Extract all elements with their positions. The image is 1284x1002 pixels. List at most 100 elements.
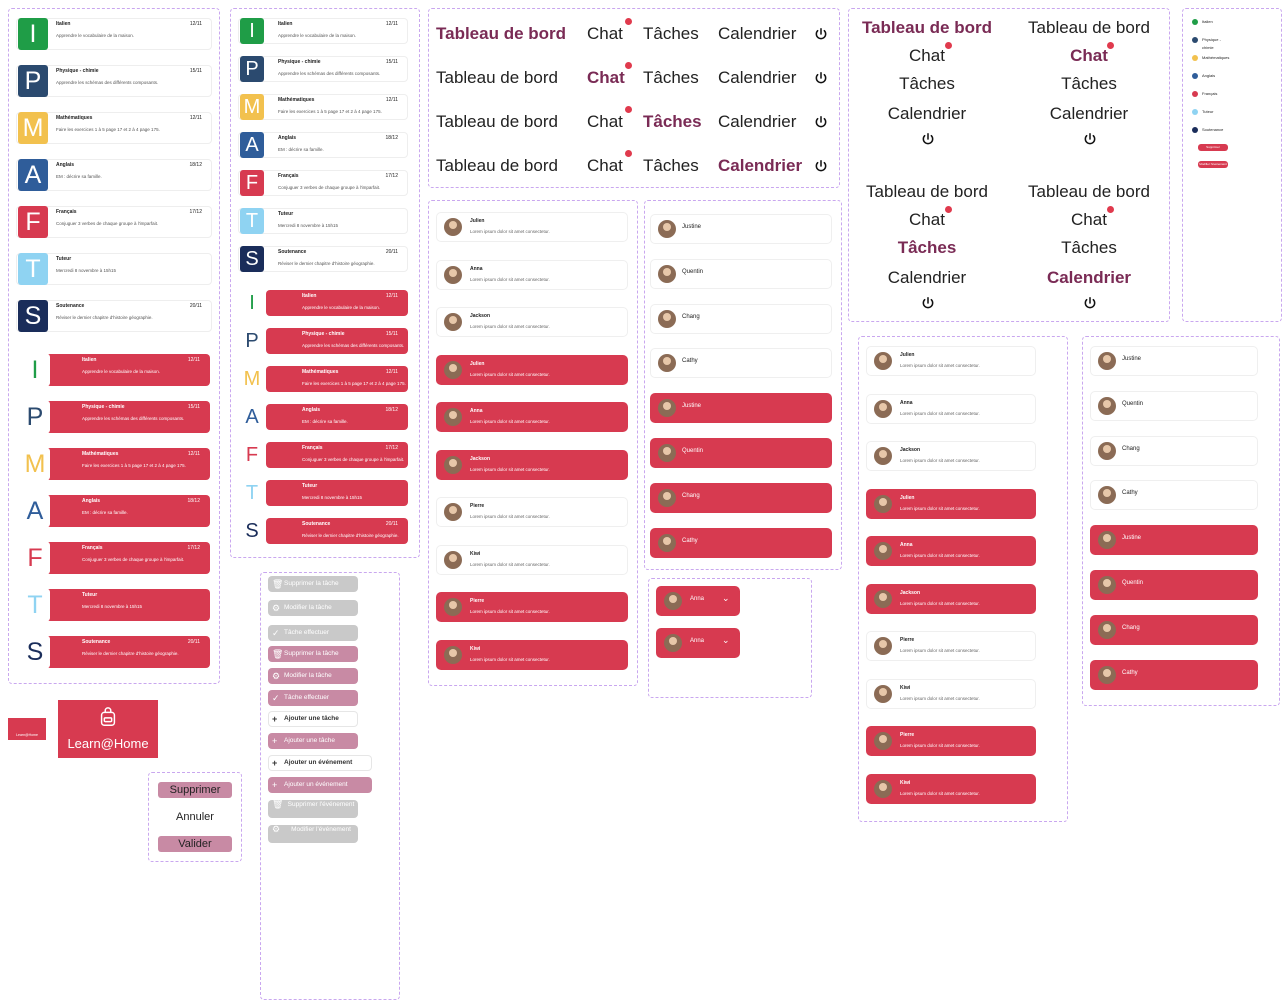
nav-chat[interactable]: Chat [1014,46,1164,66]
person-card[interactable]: Justine [1090,525,1258,556]
person-card[interactable]: Quentin [650,438,832,468]
nav-tasks[interactable]: Tâches [643,24,699,44]
subject-card[interactable]: T Tuteur Mercredi 8 novembre à 15h15 [20,589,210,621]
mini-subject[interactable]: Tuteur [1190,108,1228,116]
chat-card[interactable]: Julien Lorem ipsum dolor sit amet consect… [866,346,1036,376]
chat-card[interactable]: Anna Lorem ipsum dolor sit amet consectet… [436,259,628,290]
delete-button[interactable]: Supprimer [158,782,232,798]
subject-card[interactable]: S Soutenance 20/11 Réviser le dernier chapi… [240,518,408,544]
nav-calendar[interactable]: Calendrier [1014,104,1164,124]
person-card[interactable]: Quentin [650,258,832,289]
subject-card[interactable]: M Mathématiques 12/11 Faire les exercices 1… [16,112,212,144]
person-card[interactable]: Chang [1090,614,1258,645]
chat-card[interactable]: Pierre Lorem ipsum dolor sit amet consect… [866,726,1036,756]
person-card[interactable]: Justine [1090,346,1258,376]
chat-card[interactable]: Kiwi Lorem ipsum dolor sit amet consectet… [866,773,1036,804]
mini-subject[interactable]: Physique - chimie [1190,36,1228,50]
cancel-button[interactable]: Annuler [158,809,232,825]
mini-subject[interactable]: Soutenance [1190,126,1228,134]
subject-card[interactable]: A Anglais 18/12 EM : décrire sa famille. [20,495,210,527]
person-card[interactable]: Chang [650,303,832,334]
nav-dashboard[interactable]: Tableau de bord [852,182,1002,202]
nav-dashboard[interactable]: Tableau de bord [436,68,558,88]
person-card[interactable]: Cathy [650,348,832,379]
subject-card[interactable]: M Mathématiques 12/11 Faire les exercices 1… [238,94,408,120]
person-card[interactable]: Justine [650,393,832,424]
subject-card[interactable]: A Anglais 18/12 EM : décrire sa famille. [240,404,408,430]
delete-event-button[interactable]: 🗑 Supprimer l'événement [268,800,358,818]
power-icon[interactable] [814,115,828,129]
power-icon[interactable] [1083,296,1097,310]
subject-card[interactable]: P Physique - chimie 15/11 Apprendre les sch… [240,328,408,354]
chat-card[interactable]: Kiwi Lorem ipsum dolor sit amet consectet… [436,639,628,670]
nav-dashboard[interactable]: Tableau de bord [852,18,1002,38]
nav-chat[interactable]: Chat [852,210,1002,230]
mini-button[interactable]: Modifier l'événement [1198,161,1228,168]
subject-card[interactable]: T Tuteur Mercredi 8 novembre à 15h15 [240,480,408,506]
subject-card[interactable]: A Anglais 18/12 EM : décrire sa famille. [238,132,408,158]
subject-card[interactable]: A Anglais 18/12 EM : décrire sa famille. [16,159,212,191]
nav-dashboard[interactable]: Tableau de bord [436,112,558,132]
power-icon[interactable] [921,132,935,146]
subject-card[interactable]: P Physique - chimie 15/11 Apprendre les sch… [238,56,408,82]
subject-card[interactable]: I Italien 12/11 Apprendre le vocabulaire de… [16,18,212,50]
person-card[interactable]: Chang [650,482,832,513]
power-icon[interactable] [921,296,935,310]
mini-subject[interactable]: Italien [1190,18,1228,26]
chat-card[interactable]: Kiwi Lorem ipsum dolor sit amet consectet… [866,678,1036,709]
add-event-button[interactable]: + Ajouter un événement [268,777,372,793]
subject-card[interactable]: M Mathématiques 12/11 Faire les exercices 1… [20,448,210,480]
nav-chat[interactable]: Chat [1014,210,1164,230]
person-card[interactable]: Cathy [1090,480,1258,511]
subject-card[interactable]: F Français 17/12 Conjuguer 3 verbes de chaq… [20,542,210,574]
chat-card[interactable]: Anna Lorem ipsum dolor sit amet consectet… [436,402,628,432]
nav-calendar[interactable]: Calendrier [718,24,796,44]
edit-task-button[interactable]: ⚙ Modifier la tâche [268,600,358,616]
chat-card[interactable]: Jackson Lorem ipsum dolor sit amet consec… [436,449,628,480]
add-task-button[interactable]: + Ajouter une tâche [268,711,358,727]
subject-card[interactable]: I Italien 12/11 Apprendre le vocabulaire de… [20,354,210,386]
nav-tasks[interactable]: Tâches [852,238,1002,258]
subject-card[interactable]: F Français 17/12 Conjuguer 3 verbes de chaq… [16,206,212,238]
person-card[interactable]: Cathy [650,527,832,558]
subject-card[interactable]: S Soutenance 20/11 Réviser le dernier chapi… [16,300,212,332]
mini-button[interactable]: Supprimer l'événement [1198,144,1228,151]
subject-card[interactable]: S Soutenance 20/11 Réviser le dernier chapi… [20,636,210,668]
nav-calendar[interactable]: Calendrier [718,156,802,176]
subject-card[interactable]: P Physique - chimie 15/11 Apprendre les sch… [20,401,210,433]
edit-task-button[interactable]: ⚙ Modifier la tâche [268,668,358,684]
nav-chat[interactable]: Chat [587,68,625,88]
task-done-button[interactable]: ✓ Tâche effectuer [268,625,358,641]
mini-subject[interactable]: Mathématiques [1190,54,1229,62]
nav-dashboard[interactable]: Tableau de bord [436,24,566,44]
nav-calendar[interactable]: Calendrier [1014,268,1164,288]
chat-card[interactable]: Julien Lorem ipsum dolor sit amet consect… [436,212,628,242]
nav-chat[interactable]: Chat [587,156,623,176]
nav-tasks[interactable]: Tâches [1014,74,1164,94]
nav-tasks[interactable]: Tâches [643,156,699,176]
nav-chat[interactable]: Chat [852,46,1002,66]
power-icon[interactable] [1083,132,1097,146]
subject-card[interactable]: T Tuteur Mercredi 8 novembre à 15h15 [16,253,212,285]
subject-card[interactable]: M Mathématiques 12/11 Faire les exercices 1… [240,366,408,392]
chat-card[interactable]: Julien Lorem ipsum dolor sit amet consect… [436,354,628,385]
nav-calendar[interactable]: Calendrier [718,68,796,88]
chat-card[interactable]: Anna Lorem ipsum dolor sit amet consectet… [866,536,1036,566]
user-dropdown[interactable]: Anna ⌄ [656,628,740,658]
nav-tasks[interactable]: Tâches [643,112,702,132]
subject-card[interactable]: T Tuteur Mercredi 8 novembre à 15h15 [238,208,408,234]
person-card[interactable]: Justine [650,214,832,244]
nav-calendar[interactable]: Calendrier [852,104,1002,124]
nav-tasks[interactable]: Tâches [1014,238,1164,258]
add-event-button[interactable]: + Ajouter un événement [268,755,372,771]
chat-card[interactable]: Jackson Lorem ipsum dolor sit amet consec… [436,307,628,337]
chat-card[interactable]: Jackson Lorem ipsum dolor sit amet consec… [866,441,1036,471]
subject-card[interactable]: P Physique - chimie 15/11 Apprendre les sch… [16,65,212,97]
delete-task-button[interactable]: 🗑 Supprimer la tâche [268,646,358,662]
power-icon[interactable] [814,71,828,85]
subject-card[interactable]: F Français 17/12 Conjuguer 3 verbes de chaq… [238,170,408,196]
nav-calendar[interactable]: Calendrier [852,268,1002,288]
delete-task-button[interactable]: 🗑 Supprimer la tâche [268,576,358,592]
subject-card[interactable]: I Italien 12/11 Apprendre le vocabulaire de… [240,290,408,316]
validate-button[interactable]: Valider [158,836,232,852]
